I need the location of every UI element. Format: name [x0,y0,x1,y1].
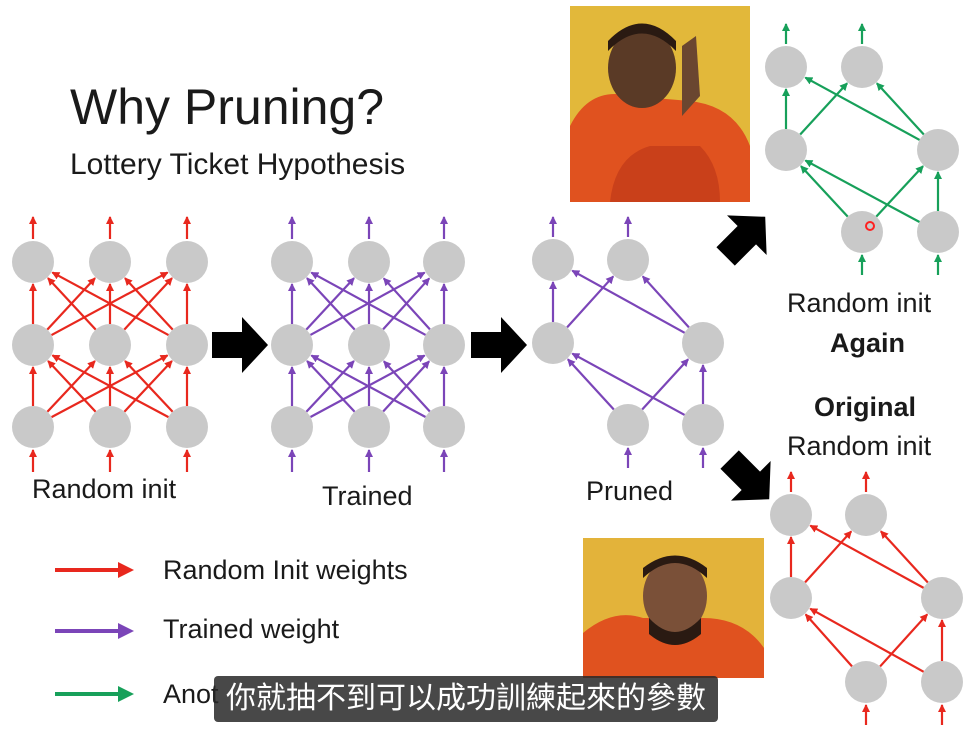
legend-arrowhead-random [118,562,134,578]
legend-arrowhead-trained [118,623,134,639]
legend-random-init-weights: Random Init weights [163,555,408,585]
legend-arrowhead-another [118,686,134,702]
legend-arrows [55,562,134,702]
legend-another: Anot [163,679,219,709]
legend-trained-weight: Trained weight [163,614,340,644]
video-subtitle: 你就抽不到可以成功訓練起來的參數 [214,676,718,722]
